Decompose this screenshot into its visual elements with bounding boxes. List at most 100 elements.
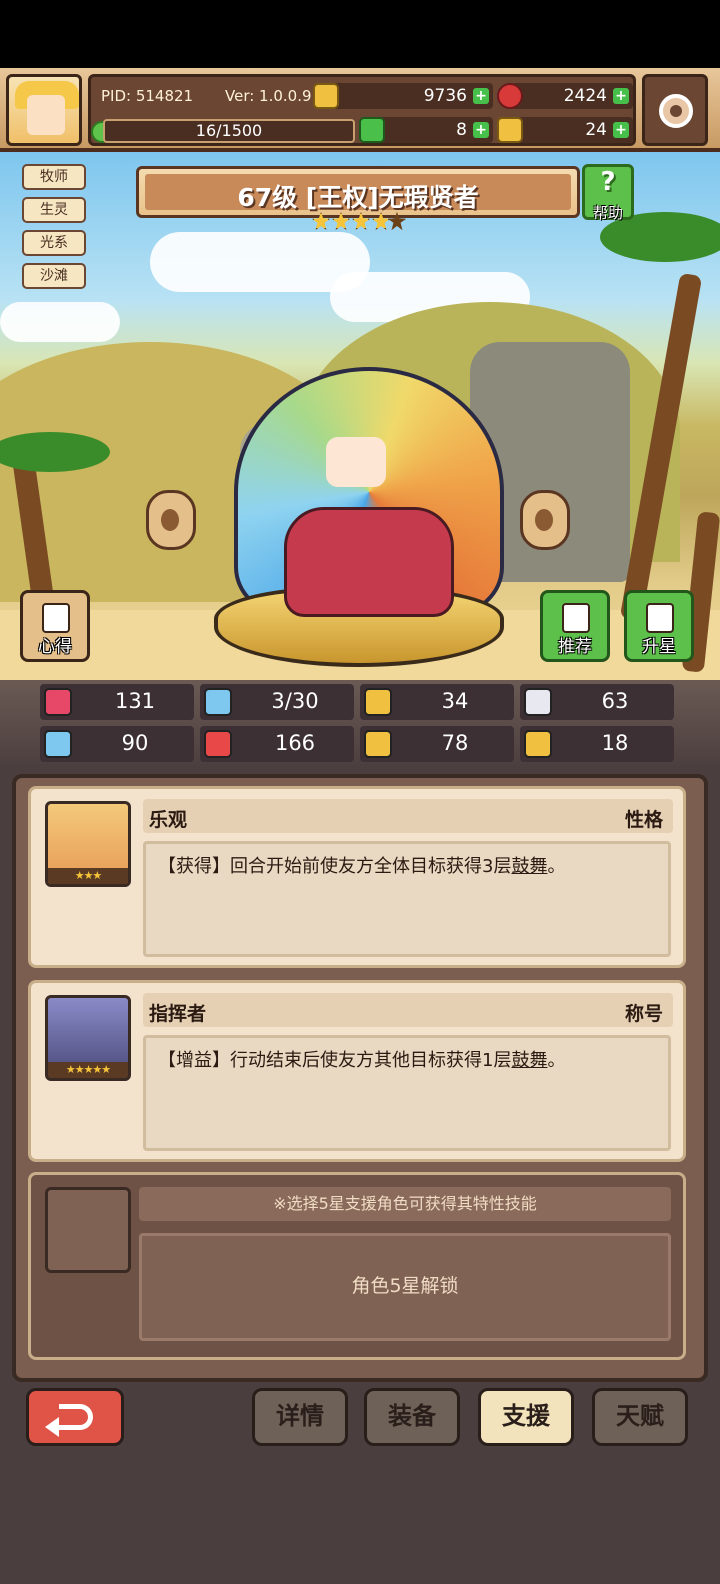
tab-equipment[interactable]: 装备 bbox=[364, 1388, 460, 1446]
hero-scene: 牧师 生灵 光系 沙滩 67级 [王权]无瑕贤者 ? 帮助 心得 推荐 升星 bbox=[0, 152, 720, 680]
player-avatar[interactable] bbox=[6, 74, 82, 146]
exp-bar: 16/1500 bbox=[103, 119, 355, 143]
wing-icon bbox=[524, 688, 552, 716]
insight-label: 心得 bbox=[38, 637, 72, 657]
empty-support-slot[interactable] bbox=[45, 1187, 131, 1273]
help-button[interactable]: ? 帮助 bbox=[582, 164, 634, 222]
hero-title: 67级 [王权]无瑕贤者 bbox=[237, 183, 479, 212]
hero-dress bbox=[284, 507, 454, 617]
red-gem-icon bbox=[497, 83, 523, 109]
hero-stats: 131 3/30 34 63 90 166 78 18 bbox=[0, 680, 720, 770]
card-header: 乐观 性格 bbox=[143, 799, 673, 833]
trait-name: 乐观 bbox=[149, 809, 188, 831]
add-ticket-button[interactable]: + bbox=[613, 122, 629, 138]
keyword-link[interactable]: 鼓舞 bbox=[511, 1050, 547, 1071]
card-body: 【获得】回合开始前使友方全体目标获得3层鼓舞。 bbox=[143, 841, 671, 957]
trait-name: 指挥者 bbox=[149, 1003, 207, 1025]
hero-stars bbox=[312, 212, 406, 234]
ticket-counter: 24 + bbox=[497, 117, 633, 143]
star-up-icon bbox=[646, 603, 674, 633]
stat-agility: 78 bbox=[360, 726, 514, 762]
star-icon bbox=[312, 212, 330, 230]
add-clover-button[interactable]: + bbox=[473, 122, 489, 138]
insight-button[interactable]: 心得 bbox=[20, 590, 90, 662]
book-icon bbox=[204, 730, 232, 758]
drop-icon bbox=[204, 688, 232, 716]
star-icon bbox=[352, 212, 370, 230]
clover-counter: 8 + bbox=[359, 117, 493, 143]
trait-type: 性格 bbox=[624, 809, 663, 831]
insight-icon bbox=[42, 603, 70, 633]
prev-hero-button[interactable] bbox=[146, 490, 196, 550]
heart-icon bbox=[44, 688, 72, 716]
support-portrait[interactable]: ★★★★★ bbox=[45, 995, 131, 1081]
player-info: PID: 514821 Ver: 1.0.0.9 9736 + 2424 + 1… bbox=[88, 74, 636, 146]
gold-counter: 9736 + bbox=[313, 83, 493, 109]
stat-value: 63 bbox=[601, 689, 629, 713]
stat-attack: 90 bbox=[40, 726, 194, 762]
desc-text: 【获得】回合开始前使友方全体目标获得3层 bbox=[158, 856, 512, 877]
help-label: 帮助 bbox=[592, 204, 623, 222]
support-card[interactable]: ★★★ 乐观 性格 【获得】回合开始前使友方全体目标获得3层鼓舞。 bbox=[28, 786, 686, 968]
clover-icon bbox=[359, 117, 385, 143]
desc-suffix: 。 bbox=[547, 856, 566, 877]
stat-value: 34 bbox=[441, 689, 469, 713]
ticket-icon bbox=[497, 117, 523, 143]
stat-speed: 63 bbox=[520, 684, 674, 720]
gear-icon bbox=[659, 94, 693, 128]
stat-leadership: 18 bbox=[520, 726, 674, 762]
boot-icon bbox=[364, 730, 392, 758]
keyword-link[interactable]: 鼓舞 bbox=[511, 856, 547, 877]
stat-mana: 3/30 bbox=[200, 684, 354, 720]
star-up-button[interactable]: 升星 bbox=[624, 590, 694, 662]
add-gem-button[interactable]: + bbox=[613, 88, 629, 104]
ticket-value: 24 bbox=[585, 120, 607, 140]
hero-sprite[interactable] bbox=[214, 367, 504, 667]
tab-talent[interactable]: 天赋 bbox=[592, 1388, 688, 1446]
settings-button[interactable] bbox=[642, 74, 708, 146]
back-arrow-icon bbox=[45, 1404, 93, 1437]
tab-support[interactable]: 支援 bbox=[478, 1388, 574, 1446]
next-hero-button[interactable] bbox=[520, 490, 570, 550]
crown-icon bbox=[524, 730, 552, 758]
gem-value: 2424 bbox=[563, 86, 607, 106]
clover-value: 8 bbox=[456, 120, 467, 140]
recommend-label: 推荐 bbox=[558, 637, 592, 657]
version-label: Ver: 1.0.0.9 bbox=[225, 87, 312, 105]
hero-tags: 牧师 生灵 光系 沙滩 bbox=[22, 164, 86, 296]
support-hint: ※选择5星支援角色可获得其特性技能 bbox=[139, 1187, 671, 1221]
add-gold-button[interactable]: + bbox=[473, 88, 489, 104]
stat-value: 78 bbox=[441, 731, 469, 755]
stat-value: 18 bbox=[601, 731, 629, 755]
support-card[interactable]: ★★★★★ 指挥者 称号 【增益】行动结束后使友方其他目标获得1层鼓舞。 bbox=[28, 980, 686, 1162]
tab-details[interactable]: 详情 bbox=[252, 1388, 348, 1446]
star-icon bbox=[372, 212, 390, 230]
desc-text: 【增益】行动结束后使友方其他目标获得1层 bbox=[158, 1050, 512, 1071]
back-button[interactable] bbox=[26, 1388, 124, 1446]
stat-value: 3/30 bbox=[271, 689, 319, 713]
tag-race: 生灵 bbox=[22, 197, 86, 223]
tag-element: 光系 bbox=[22, 230, 86, 256]
card-body: 【增益】行动结束后使友方其他目标获得1层鼓舞。 bbox=[143, 1035, 671, 1151]
gem-counter: 2424 + bbox=[497, 83, 633, 109]
fist-icon bbox=[44, 730, 72, 758]
hero-face bbox=[326, 437, 386, 487]
cloud bbox=[0, 302, 120, 342]
stat-value: 166 bbox=[274, 731, 316, 755]
star-up-label: 升星 bbox=[642, 637, 676, 657]
hero-title-banner: 67级 [王权]无瑕贤者 bbox=[136, 166, 580, 218]
stat-defense: 34 bbox=[360, 684, 514, 720]
recommend-button[interactable]: 推荐 bbox=[540, 590, 610, 662]
gold-coin-icon bbox=[313, 83, 339, 109]
tag-terrain: 沙滩 bbox=[22, 263, 86, 289]
shield-icon bbox=[364, 688, 392, 716]
portrait-stars: ★★★ bbox=[48, 868, 128, 884]
player-id: PID: 514821 bbox=[101, 87, 194, 105]
stat-hp: 131 bbox=[40, 684, 194, 720]
support-portrait[interactable]: ★★★ bbox=[45, 801, 131, 887]
card-header: 指挥者 称号 bbox=[143, 993, 673, 1027]
desc-suffix: 。 bbox=[547, 1050, 566, 1071]
stat-value: 90 bbox=[121, 731, 149, 755]
locked-message: 角色5星解锁 bbox=[139, 1233, 671, 1341]
locked-support-slot: ※选择5星支援角色可获得其特性技能 角色5星解锁 bbox=[28, 1172, 686, 1360]
